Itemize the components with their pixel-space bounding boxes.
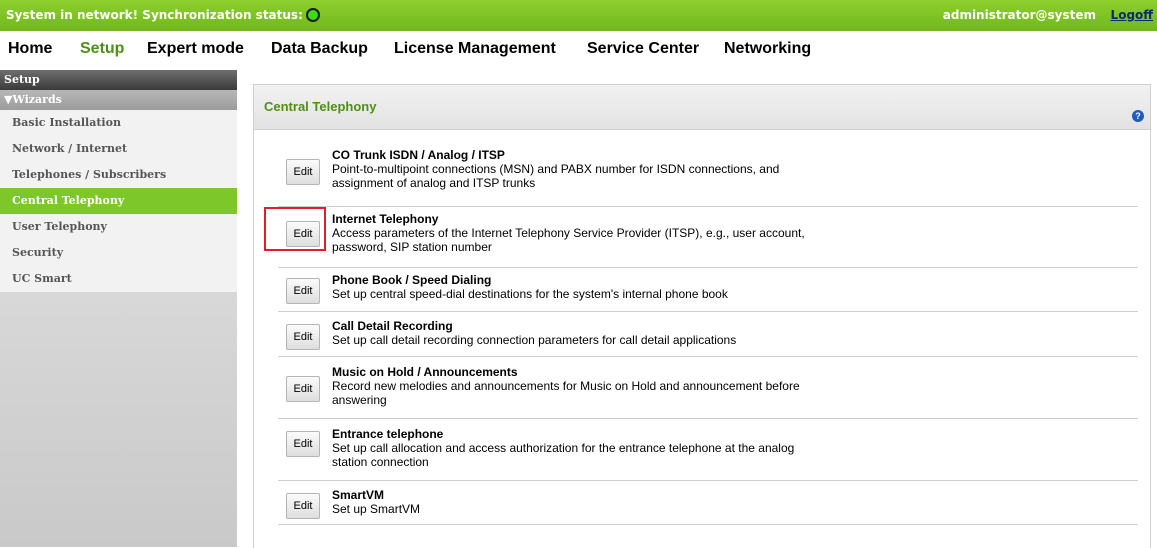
item-description: password, SIP station number — [332, 240, 492, 254]
sidebar-group-wizards[interactable]: ▼Wizards — [0, 90, 237, 110]
menu-setup[interactable]: Setup — [80, 40, 124, 58]
item-title: Music on Hold / Announcements — [332, 365, 518, 379]
item-description: Access parameters of the Internet Teleph… — [332, 226, 805, 240]
menu-data-backup[interactable]: Data Backup — [271, 40, 368, 58]
item-title: Call Detail Recording — [332, 319, 453, 333]
item-title: SmartVM — [332, 488, 385, 502]
edit-button[interactable]: Edit — [286, 376, 320, 402]
list-item: Edit CO Trunk ISDN / Analog / ITSP Point… — [278, 148, 1138, 207]
item-title: Phone Book / Speed Dialing — [332, 273, 492, 287]
menu-networking[interactable]: Networking — [724, 40, 811, 58]
item-title: Internet Telephony — [332, 212, 439, 226]
sidebar-item-basic-installation[interactable]: Basic Installation — [0, 110, 237, 136]
item-description: Set up call allocation and access author… — [332, 441, 795, 455]
edit-button[interactable]: Edit — [286, 324, 320, 350]
content-panel: Central Telephony ? Edit CO Trunk ISDN /… — [253, 84, 1151, 548]
logoff-link[interactable]: Logoff — [1111, 8, 1153, 22]
sidebar-item-uc-smart[interactable]: UC Smart — [0, 266, 237, 292]
page-title: Central Telephony — [264, 99, 377, 114]
list-item: Edit SmartVM Set up SmartVM — [278, 488, 1138, 525]
network-status-text: System in network! Synchronization statu… — [6, 8, 303, 22]
current-user: administrator@system — [942, 8, 1096, 22]
edit-button[interactable]: Edit — [286, 493, 320, 519]
item-description: Set up SmartVM — [332, 502, 421, 516]
item-description: Set up central speed-dial destinations f… — [332, 287, 728, 301]
list-item: Edit Internet Telephony Access parameter… — [278, 212, 1138, 268]
sidebar: Setup ▼Wizards Basic Installation Networ… — [0, 70, 237, 547]
list-item: Edit Phone Book / Speed Dialing Set up c… — [278, 273, 1138, 312]
sidebar-item-telephones-subscribers[interactable]: Telephones / Subscribers — [0, 162, 237, 188]
sync-status-icon — [305, 8, 320, 22]
menu-expert-mode[interactable]: Expert mode — [147, 40, 244, 58]
panel-header: Central Telephony ? — [254, 85, 1150, 130]
menu-home[interactable]: Home — [8, 40, 52, 58]
sidebar-header: Setup — [0, 70, 237, 90]
main-menu: Home Setup Expert mode Data Backup Licen… — [0, 34, 1157, 64]
help-icon[interactable]: ? — [1132, 110, 1144, 122]
list-item: Edit Call Detail Recording Set up call d… — [278, 319, 1138, 357]
sidebar-item-user-telephony[interactable]: User Telephony — [0, 214, 237, 240]
sidebar-item-security[interactable]: Security — [0, 240, 237, 266]
item-description: answering — [332, 393, 387, 407]
item-description: assignment of analog and ITSP trunks — [332, 176, 536, 190]
highlight-box — [264, 207, 326, 251]
sidebar-item-network-internet[interactable]: Network / Internet — [0, 136, 237, 162]
menu-service-center[interactable]: Service Center — [587, 40, 699, 58]
item-title: Entrance telephone — [332, 427, 444, 441]
edit-button[interactable]: Edit — [286, 159, 320, 185]
sidebar-item-central-telephony[interactable]: Central Telephony — [0, 188, 237, 214]
sidebar-group-label: Wizards — [12, 93, 62, 106]
item-description: Point-to-multipoint connections (MSN) an… — [332, 162, 780, 176]
edit-button[interactable]: Edit — [286, 278, 320, 304]
menu-license-management[interactable]: License Management — [394, 40, 556, 58]
top-status-bar: System in network! Synchronization statu… — [0, 0, 1157, 31]
list-item: Edit Entrance telephone Set up call allo… — [278, 427, 1138, 481]
item-description: Record new melodies and announcements fo… — [332, 379, 800, 393]
edit-button[interactable]: Edit — [286, 431, 320, 457]
item-title: CO Trunk ISDN / Analog / ITSP — [332, 148, 505, 162]
list-item: Edit Music on Hold / Announcements Recor… — [278, 365, 1138, 419]
item-description: station connection — [332, 455, 429, 469]
item-description: Set up call detail recording connection … — [332, 333, 737, 347]
network-status: System in network! Synchronization statu… — [6, 8, 320, 22]
